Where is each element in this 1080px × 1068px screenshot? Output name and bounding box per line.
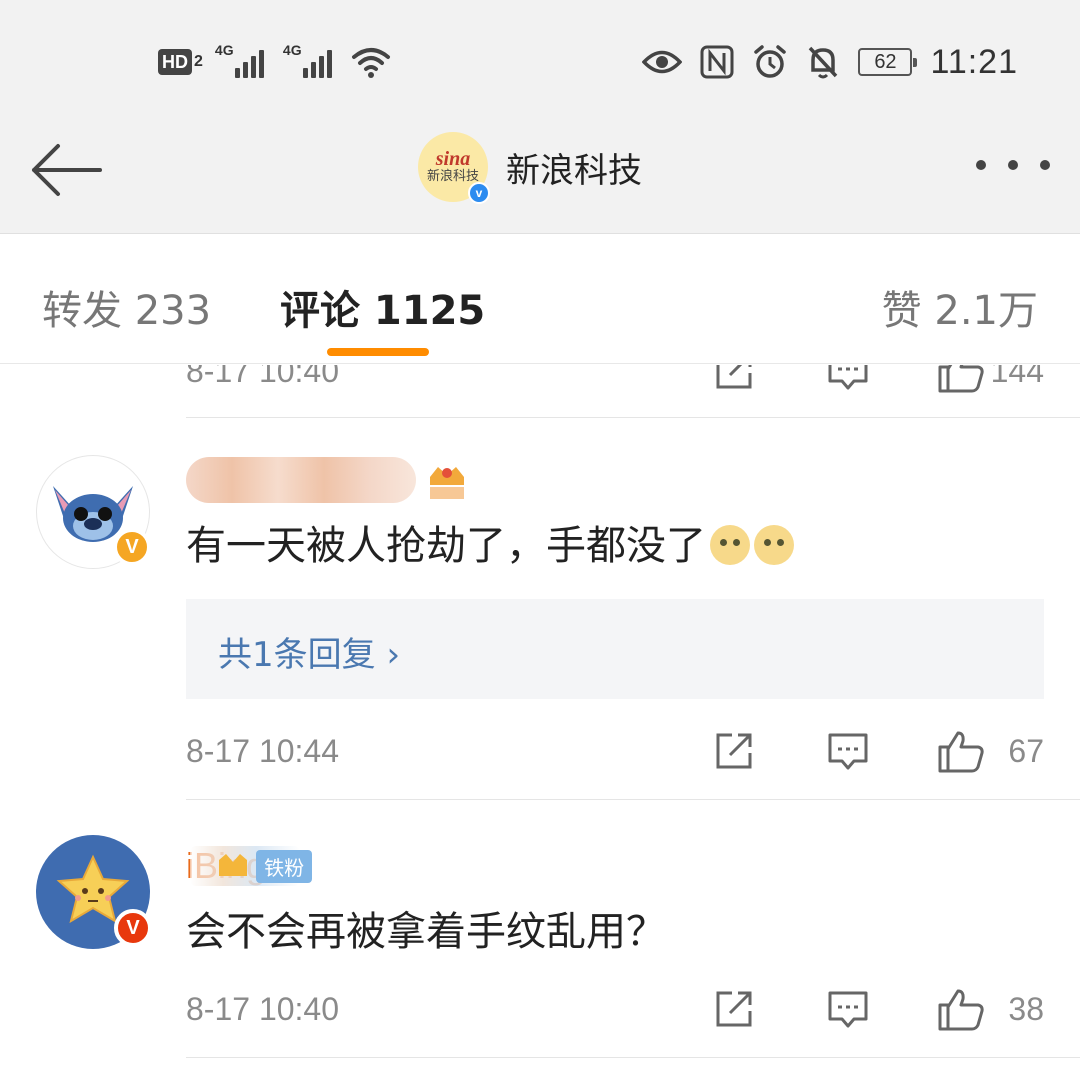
share-icon[interactable] — [712, 729, 756, 773]
comment-icon[interactable] — [826, 987, 870, 1031]
comment-body: 会不会再被拿着手纹乱用？ — [186, 909, 666, 955]
wifi-icon — [351, 48, 390, 78]
hd-sim: 2 — [194, 53, 203, 70]
account-header[interactable]: sina 新浪科技 v 新浪科技 — [418, 132, 642, 204]
share-icon[interactable] — [712, 365, 756, 393]
status-right: 62 11:21 — [642, 40, 1018, 84]
view-replies-link[interactable]: 共1条回复 › — [218, 627, 400, 676]
signal-1-icon: 4G — [214, 42, 271, 80]
nfc-icon — [700, 45, 734, 79]
comment-meta: 8-17 10:44 67 — [186, 729, 1044, 779]
like-count: 144 — [990, 365, 1044, 389]
comment-author[interactable]: iBingo 铁粉 — [186, 841, 313, 891]
comment-date: 8-17 10:40 — [186, 991, 340, 1027]
comment-text: 有一天被人抢劫了，手都没了 — [186, 513, 794, 571]
status-left: HD 2 4G 4G — [158, 42, 391, 80]
hd-indicator: HD 2 — [158, 49, 203, 75]
network-type-1: 4G — [214, 42, 234, 58]
avatar-caption: 新浪科技 — [426, 169, 479, 184]
comment-list[interactable]: 8-17 10:40 144 V 有一天被人抢劫了，手都没了 共1条回复 › 8… — [0, 365, 1080, 1068]
network-type-2: 4G — [282, 42, 302, 58]
crown-icon — [430, 467, 464, 499]
hd-label: HD — [158, 49, 192, 75]
active-tab-indicator — [327, 348, 429, 356]
comment-meta: 8-17 10:40 144 — [186, 365, 1044, 399]
account-avatar[interactable]: sina 新浪科技 v — [418, 132, 490, 204]
reply-preview[interactable]: 共1条回复 › — [186, 599, 1044, 699]
share-icon[interactable] — [712, 987, 756, 1031]
alarm-icon — [754, 45, 787, 78]
nav-header: sina 新浪科技 v 新浪科技 — [0, 120, 1080, 234]
tab-repost[interactable]: 转发 233 — [42, 278, 211, 336]
comment-meta: 8-17 10:40 38 — [186, 987, 1044, 1037]
user-avatar[interactable]: V — [36, 835, 152, 949]
tab-comments[interactable]: 评论 1125 — [280, 278, 485, 336]
comment-divider — [186, 799, 1080, 800]
verified-badge-icon: v — [468, 182, 490, 204]
doge-emoji-icon — [710, 525, 750, 565]
comment-divider — [186, 1057, 1080, 1058]
sina-logo: sina — [435, 148, 471, 170]
vip-badge-icon: V — [113, 528, 151, 566]
like-count: 67 — [1008, 733, 1044, 769]
comment-text: 会不会再被拿着手纹乱用？ — [186, 899, 666, 957]
account-name[interactable]: 新浪科技 — [506, 143, 642, 192]
comment-divider — [186, 417, 1080, 418]
comment-date: 8-17 10:44 — [186, 733, 340, 769]
more-dots-icon[interactable] — [976, 160, 1050, 170]
signal-2-icon: 4G — [282, 42, 339, 80]
like-count: 38 — [1008, 991, 1044, 1027]
vip-badge-label: V — [126, 916, 140, 939]
thumbs-up-icon[interactable] — [936, 987, 986, 1031]
user-avatar[interactable]: V — [36, 455, 151, 569]
arrow-left-icon[interactable] — [28, 140, 104, 200]
doge-emoji-icon — [754, 525, 794, 565]
vip-badge-icon: V — [114, 909, 152, 947]
comment-icon[interactable] — [826, 729, 870, 773]
tab-bar: 转发 233 评论 1125 赞 2.1万 — [0, 234, 1080, 364]
comment-icon[interactable] — [826, 365, 870, 393]
thumbs-up-icon[interactable] — [936, 729, 986, 773]
clock: 11:21 — [930, 42, 1018, 81]
thumbs-up-icon[interactable] — [936, 365, 986, 393]
tab-likes[interactable]: 赞 2.1万 — [882, 278, 1038, 336]
vip-badge-label: V — [125, 535, 139, 558]
battery-indicator: 62 — [858, 48, 918, 76]
comment-date: 8-17 10:40 — [186, 365, 340, 389]
blurred-username[interactable] — [186, 457, 416, 503]
eye-icon — [642, 50, 683, 74]
battery-level: 62 — [874, 50, 897, 73]
bell-off-icon — [809, 46, 838, 79]
crown-icon — [219, 854, 248, 876]
status-bar: HD 2 4G 4G 62 11:21 — [0, 0, 1080, 120]
comment-body: 有一天被人抢劫了，手都没了 — [186, 523, 706, 569]
comment-author[interactable] — [186, 455, 468, 505]
fan-badge: 铁粉 — [256, 849, 313, 883]
